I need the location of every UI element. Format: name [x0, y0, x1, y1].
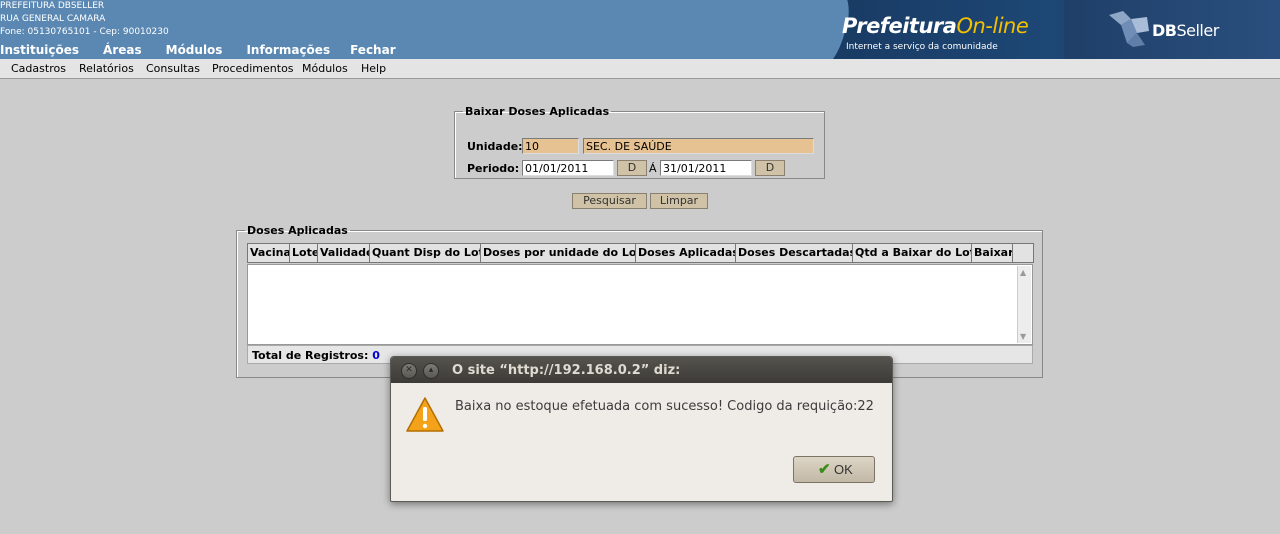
- ok-button-label: OK: [834, 462, 853, 477]
- org-info: PREFEITURA DBSELLER RUA GENERAL CAMARA F…: [0, 0, 169, 39]
- header: PREFEITURA DBSELLER RUA GENERAL CAMARA F…: [0, 0, 1280, 59]
- alert-dialog: ✕ ▴ O site “http://192.168.0.2” diz: Bai…: [390, 356, 893, 502]
- menu-instituicoes[interactable]: Instituições: [0, 43, 79, 57]
- grid-body: ▲ ▼: [247, 264, 1033, 345]
- total-records-value: 0: [372, 349, 380, 362]
- col-vacina[interactable]: Vacina: [248, 244, 290, 262]
- top-menu: Instituições Áreas Módulos Informações F…: [0, 43, 396, 57]
- dbseller-logo-icon: [1109, 11, 1149, 47]
- sub-menu: Cadastros Relatórios Consultas Procedime…: [0, 59, 1280, 79]
- date-start-picker-button[interactable]: D: [617, 160, 647, 176]
- total-records-label: Total de Registros:: [252, 349, 369, 362]
- date-end-field[interactable]: 31/01/2011: [660, 160, 752, 176]
- menu-areas[interactable]: Áreas: [103, 43, 142, 57]
- ok-button[interactable]: ✔ OK: [793, 456, 875, 483]
- grid-scrollbar[interactable]: ▲ ▼: [1017, 266, 1031, 343]
- col-quant-disp[interactable]: Quant Disp do Lote: [370, 244, 481, 262]
- logo-text-online: On-line: [956, 14, 1029, 38]
- date-end-picker-button[interactable]: D: [755, 160, 785, 176]
- org-contact: Fone: 05130765101 - Cep: 90010230: [0, 27, 169, 37]
- submenu-consultas[interactable]: Consultas: [146, 62, 200, 75]
- dialog-message: Baixa no estoque efetuada com sucesso! C…: [455, 399, 874, 414]
- banner-subtitle: Internet a serviço da comunidade: [846, 42, 998, 52]
- unidade-label: Unidade:: [467, 140, 523, 153]
- org-address: RUA GENERAL CAMARA: [0, 14, 106, 24]
- maximize-icon[interactable]: ▴: [423, 363, 439, 379]
- total-records: Total de Registros: 0: [252, 349, 380, 362]
- banner: PrefeituraOn-line Internet a serviço da …: [764, 0, 1280, 59]
- submenu-procedimentos[interactable]: Procedimentos: [212, 62, 294, 75]
- col-lote[interactable]: Lote: [290, 244, 318, 262]
- brand-light: Seller: [1176, 21, 1219, 40]
- scroll-up-icon[interactable]: ▲: [1020, 268, 1026, 277]
- col-doses-descartadas[interactable]: Doses Descartadas: [736, 244, 853, 262]
- prefeitura-online-logo: PrefeituraOn-line: [842, 14, 1029, 38]
- warning-icon: [406, 397, 444, 432]
- date-separator: Á: [649, 162, 657, 175]
- periodo-label: Periodo:: [467, 162, 520, 175]
- baixar-doses-legend: Baixar Doses Aplicadas: [465, 105, 610, 118]
- close-icon[interactable]: ✕: [401, 363, 417, 379]
- menu-modulos[interactable]: Módulos: [166, 43, 223, 57]
- submenu-relatorios[interactable]: Relatórios: [79, 62, 134, 75]
- clear-button[interactable]: Limpar: [650, 193, 708, 209]
- dialog-titlebar: ✕ ▴ O site “http://192.168.0.2” diz:: [391, 357, 892, 383]
- col-doses-aplicadas[interactable]: Doses Aplicadas: [636, 244, 736, 262]
- brand-bold: DB: [1152, 21, 1177, 40]
- baixar-doses-fieldset: Baixar Doses Aplicadas Unidade: 10 SEC. …: [454, 105, 825, 179]
- submenu-modulos[interactable]: Módulos: [302, 62, 348, 75]
- checkmark-icon: ✔: [818, 461, 831, 478]
- unidade-name-field[interactable]: SEC. DE SAÚDE: [583, 138, 814, 154]
- grid-header: Vacina Lote Validade Quant Disp do Lote …: [247, 243, 1034, 263]
- col-spacer: [1013, 244, 1033, 262]
- scroll-down-icon[interactable]: ▼: [1020, 332, 1026, 341]
- search-button[interactable]: Pesquisar: [572, 193, 647, 209]
- submenu-cadastros[interactable]: Cadastros: [11, 62, 66, 75]
- doses-aplicadas-legend: Doses Aplicadas: [247, 224, 348, 237]
- menu-fechar[interactable]: Fechar: [350, 43, 396, 57]
- unidade-code-field[interactable]: 10: [522, 138, 579, 154]
- submenu-help[interactable]: Help: [361, 62, 386, 75]
- logo-text-prefeitura: Prefeitura: [842, 14, 957, 38]
- col-qtd-baixar[interactable]: Qtd a Baixar do Lote: [853, 244, 972, 262]
- doses-grid: Vacina Lote Validade Quant Disp do Lote …: [246, 242, 1034, 368]
- date-start-field[interactable]: 01/01/2011: [522, 160, 614, 176]
- menu-informacoes[interactable]: Informações: [246, 43, 330, 57]
- col-validade[interactable]: Validade: [318, 244, 370, 262]
- dialog-title: O site “http://192.168.0.2” diz:: [452, 363, 681, 378]
- col-doses-por-unidade[interactable]: Doses por unidade do Lote: [481, 244, 636, 262]
- org-name: PREFEITURA DBSELLER: [0, 1, 105, 11]
- dbseller-logo-text: DBSeller: [1152, 21, 1219, 40]
- col-baixar[interactable]: Baixar: [972, 244, 1013, 262]
